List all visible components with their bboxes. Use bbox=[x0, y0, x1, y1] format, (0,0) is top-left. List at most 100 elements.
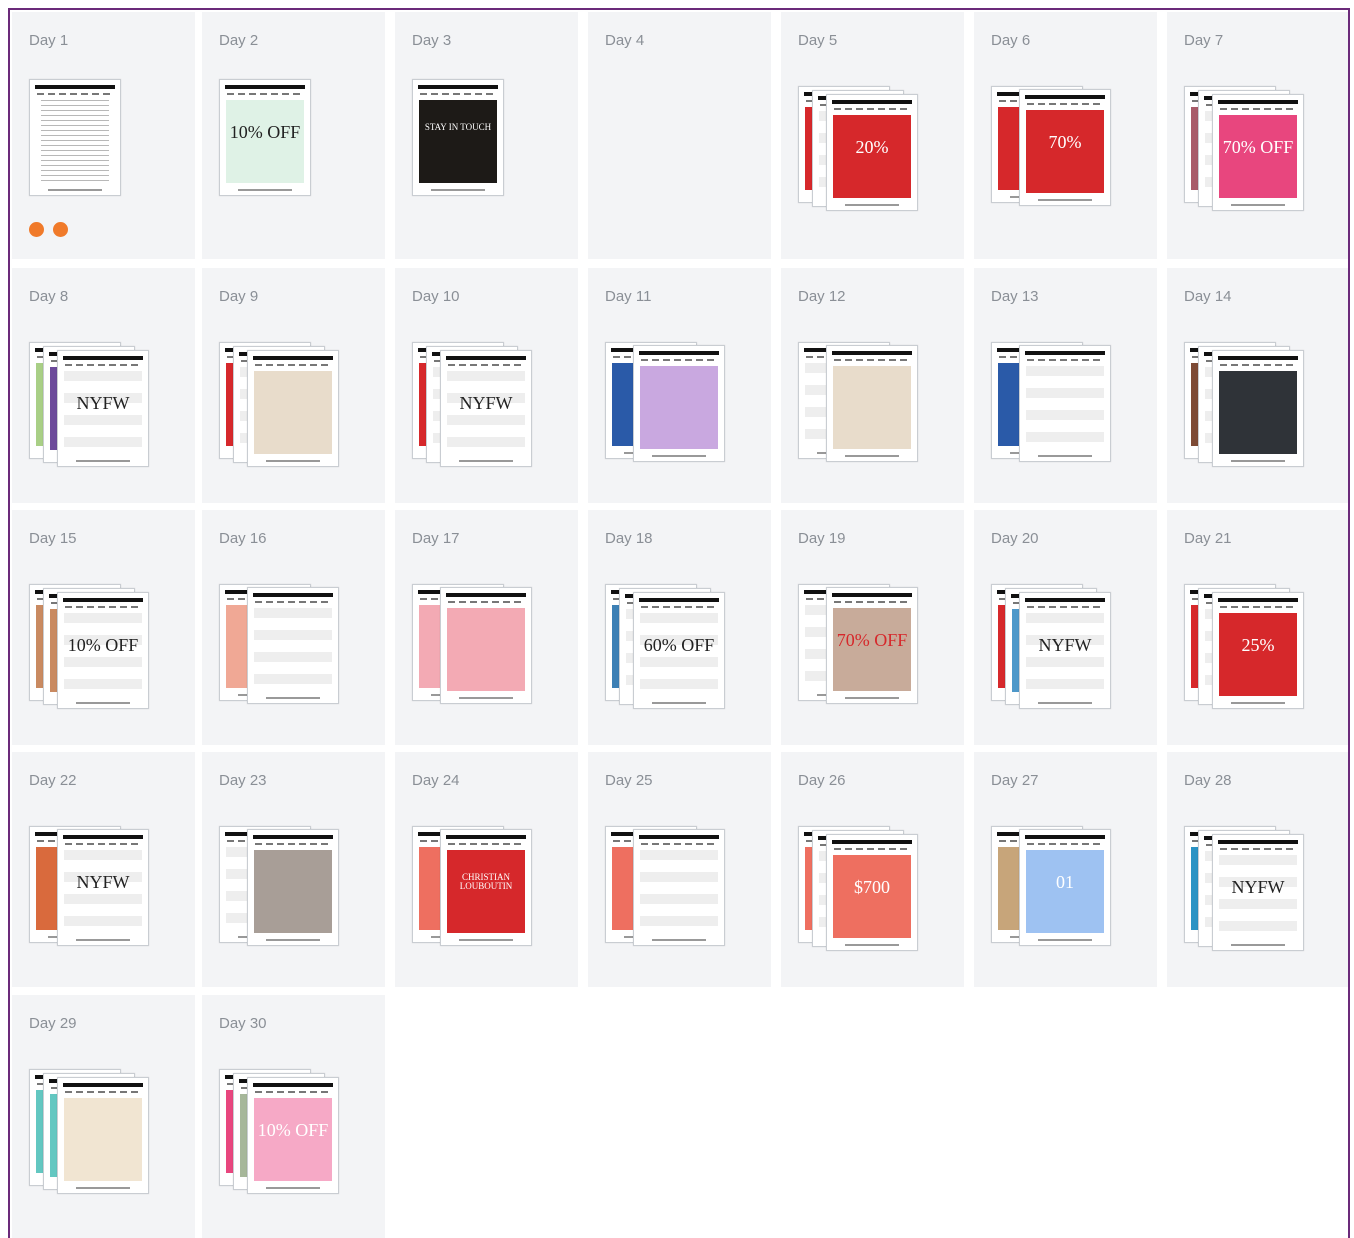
email-thumbnail[interactable]: NYFW bbox=[1212, 834, 1304, 951]
day-cell[interactable]: Day 24 CHRISTIAN LOUBOUTIN bbox=[395, 752, 578, 987]
email-thumbnail[interactable] bbox=[247, 350, 339, 467]
email-thumbnail[interactable] bbox=[57, 1077, 149, 1194]
day-label: Day 18 bbox=[605, 530, 653, 547]
day-label: Day 23 bbox=[219, 772, 267, 789]
email-headline: 10% OFF bbox=[229, 122, 301, 143]
email-thumbnail[interactable]: 20% bbox=[826, 94, 918, 211]
email-headline: 20% bbox=[855, 137, 889, 158]
email-headline: NYFW bbox=[1231, 877, 1285, 898]
indicator-dots bbox=[29, 222, 68, 237]
day-cell[interactable]: Day 19 70% OFF bbox=[781, 510, 964, 745]
email-headline: 70% OFF bbox=[1222, 137, 1294, 158]
day-label: Day 19 bbox=[798, 530, 846, 547]
email-headline: 10% OFF bbox=[257, 1120, 329, 1141]
day-cell[interactable]: Day 20 NYFW bbox=[974, 510, 1157, 745]
day-cell[interactable]: Day 8 NYFW bbox=[12, 268, 195, 503]
email-thumbnail[interactable] bbox=[633, 345, 725, 462]
day-label: Day 27 bbox=[991, 772, 1039, 789]
day-label: Day 10 bbox=[412, 288, 460, 305]
email-thumbnail[interactable]: 25% bbox=[1212, 592, 1304, 709]
day-label: Day 15 bbox=[29, 530, 77, 547]
day-cell[interactable]: Day 9 bbox=[202, 268, 385, 503]
day-cell[interactable]: Day 17 bbox=[395, 510, 578, 745]
email-thumbnail[interactable] bbox=[1019, 345, 1111, 462]
day-cell[interactable]: Day 26 $700 bbox=[781, 752, 964, 987]
email-thumbnail[interactable]: 01 bbox=[1019, 829, 1111, 946]
email-thumbnail[interactable]: 60% OFF bbox=[633, 592, 725, 709]
email-thumbnail[interactable]: NYFW bbox=[57, 350, 149, 467]
email-thumbnail[interactable] bbox=[1212, 350, 1304, 467]
day-label: Day 7 bbox=[1184, 32, 1224, 49]
email-thumbnail[interactable]: STAY IN TOUCH bbox=[412, 79, 504, 196]
day-cell[interactable]: Day 11 bbox=[588, 268, 771, 503]
email-headline: 10% OFF bbox=[67, 635, 139, 656]
email-headline: 70% OFF bbox=[836, 630, 908, 651]
email-thumbnail[interactable] bbox=[29, 79, 121, 196]
email-thumbnail[interactable]: CHRISTIAN LOUBOUTIN bbox=[440, 829, 532, 946]
day-cell[interactable]: Day 27 01 bbox=[974, 752, 1157, 987]
day-cell[interactable]: Day 7 70% OFF bbox=[1167, 12, 1348, 259]
day-cell[interactable]: Day 23 bbox=[202, 752, 385, 987]
email-headline: 25% bbox=[1241, 635, 1275, 656]
email-thumbnail[interactable]: NYFW bbox=[57, 829, 149, 946]
day-cell[interactable]: Day 6 70% bbox=[974, 12, 1157, 259]
day-cell[interactable]: Day 5 20% bbox=[781, 12, 964, 259]
status-dot bbox=[29, 222, 44, 237]
day-cell[interactable]: Day 15 10% OFF bbox=[12, 510, 195, 745]
day-cell[interactable]: Day 2 10% OFF bbox=[202, 12, 385, 259]
day-label: Day 29 bbox=[29, 1015, 77, 1032]
day-label: Day 6 bbox=[991, 32, 1031, 49]
day-cell[interactable]: Day 30 10% OFF bbox=[202, 995, 385, 1238]
day-label: Day 21 bbox=[1184, 530, 1232, 547]
email-thumbnail[interactable] bbox=[826, 345, 918, 462]
email-thumbnail[interactable] bbox=[247, 829, 339, 946]
email-thumbnail[interactable] bbox=[440, 587, 532, 704]
day-cell[interactable]: Day 3 STAY IN TOUCH bbox=[395, 12, 578, 259]
day-cell[interactable]: Day 10 NYFW bbox=[395, 268, 578, 503]
email-thumbnail[interactable]: 10% OFF bbox=[219, 79, 311, 196]
day-label: Day 2 bbox=[219, 32, 259, 49]
calendar-frame: Day 1 Day 2 10% OFF Day 3 STAY IN TOUCH Day 4… bbox=[8, 8, 1350, 1238]
day-label: Day 25 bbox=[605, 772, 653, 789]
day-label: Day 24 bbox=[412, 772, 460, 789]
day-cell[interactable]: Day 16 bbox=[202, 510, 385, 745]
day-cell[interactable]: Day 14 bbox=[1167, 268, 1348, 503]
email-thumbnail[interactable]: 70% OFF bbox=[826, 587, 918, 704]
day-cell[interactable]: Day 28 NYFW bbox=[1167, 752, 1348, 987]
day-label: Day 30 bbox=[219, 1015, 267, 1032]
email-headline: $700 bbox=[854, 877, 890, 898]
email-headline: CHRISTIAN LOUBOUTIN bbox=[459, 872, 513, 892]
email-thumbnail[interactable]: 70% OFF bbox=[1212, 94, 1304, 211]
email-thumbnail[interactable]: 70% bbox=[1019, 89, 1111, 206]
day-label: Day 3 bbox=[412, 32, 452, 49]
day-label: Day 1 bbox=[29, 32, 69, 49]
email-headline: NYFW bbox=[1038, 635, 1092, 656]
day-label: Day 16 bbox=[219, 530, 267, 547]
status-dot bbox=[53, 222, 68, 237]
email-thumbnail[interactable] bbox=[247, 587, 339, 704]
email-thumbnail[interactable]: NYFW bbox=[440, 350, 532, 467]
day-cell[interactable]: Day 21 25% bbox=[1167, 510, 1348, 745]
email-headline: STAY IN TOUCH bbox=[424, 122, 492, 133]
email-thumbnail[interactable]: NYFW bbox=[1019, 592, 1111, 709]
day-cell[interactable]: Day 12 bbox=[781, 268, 964, 503]
day-label: Day 28 bbox=[1184, 772, 1232, 789]
day-cell[interactable]: Day 29 bbox=[12, 995, 195, 1238]
email-thumbnail[interactable]: $700 bbox=[826, 834, 918, 951]
email-thumbnail[interactable] bbox=[633, 829, 725, 946]
email-thumbnail[interactable]: 10% OFF bbox=[247, 1077, 339, 1194]
day-label: Day 5 bbox=[798, 32, 838, 49]
day-cell[interactable]: Day 22 NYFW bbox=[12, 752, 195, 987]
day-cell[interactable]: Day 1 bbox=[12, 12, 195, 259]
day-cell[interactable]: Day 25 bbox=[588, 752, 771, 987]
email-headline: 01 bbox=[1056, 872, 1074, 893]
email-headline: NYFW bbox=[459, 393, 513, 414]
email-headline: NYFW bbox=[76, 393, 130, 414]
day-cell[interactable]: Day 18 60% OFF bbox=[588, 510, 771, 745]
day-label: Day 11 bbox=[605, 288, 652, 305]
day-label: Day 8 bbox=[29, 288, 69, 305]
day-cell[interactable]: Day 4 bbox=[588, 12, 771, 259]
day-label: Day 12 bbox=[798, 288, 846, 305]
email-thumbnail[interactable]: 10% OFF bbox=[57, 592, 149, 709]
day-cell[interactable]: Day 13 bbox=[974, 268, 1157, 503]
